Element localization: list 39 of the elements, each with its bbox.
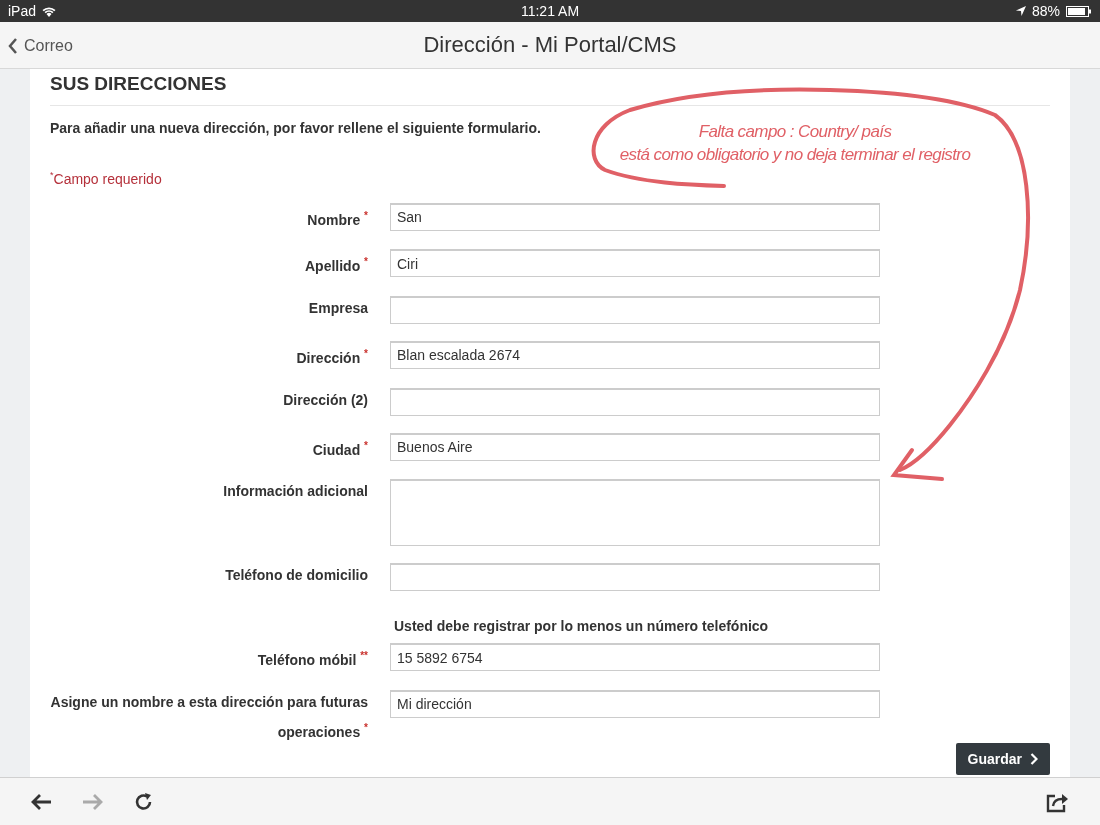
battery-percent: 88% bbox=[1031, 3, 1060, 19]
back-arrow-icon[interactable] bbox=[30, 792, 52, 811]
field-label: Teléfono móbil $^{**}$ bbox=[256, 649, 368, 670]
input-field[interactable]: Blan escalada 2674 bbox=[390, 340, 880, 369]
intro-text: Para añadir una nueva dirección, por favor rellene el siguiente formulario. bbox=[50, 120, 541, 136]
input-field[interactable]: Ciri bbox=[390, 249, 880, 278]
back-button[interactable]: Correo bbox=[0, 36, 79, 56]
field-label: Teléfono de domicilio bbox=[224, 566, 368, 586]
location-arrow-icon bbox=[1015, 6, 1026, 16]
required-field-note: $^{*}$Campo requerido bbox=[50, 170, 162, 187]
field-label: Dirección (2) bbox=[282, 390, 368, 410]
chevron-icon bbox=[8, 38, 18, 54]
field-label: Nombre $^{*}$ bbox=[306, 208, 368, 230]
input-field[interactable] bbox=[390, 295, 880, 324]
field-label: Dirección $^{*}$ bbox=[295, 346, 368, 368]
field-label: Asigne un nombre a esta dirección para futuras operaciones $^{*}$ bbox=[50, 692, 368, 742]
annotation-text: Falta campo : Country/ país bbox=[697, 121, 893, 143]
field-label: Empresa bbox=[307, 298, 368, 318]
input-field[interactable]: San bbox=[390, 202, 880, 231]
field-label: Apellido $^{*}$ bbox=[303, 255, 368, 276]
field-label: Información adicional bbox=[222, 482, 368, 502]
annotation-text: está como obligatorio y no deja terminar el registro bbox=[618, 144, 972, 166]
save-button[interactable]: Guardar bbox=[955, 742, 1050, 775]
reload-icon[interactable] bbox=[134, 791, 154, 812]
page-title: Dirección - Mi Portal/CMS bbox=[423, 32, 677, 58]
text-area[interactable] bbox=[390, 479, 880, 547]
input-field[interactable]: Mi dirección bbox=[390, 689, 880, 718]
device-name: iPad bbox=[8, 3, 37, 19]
clock-time: 11:21 AM bbox=[520, 3, 580, 19]
input-field[interactable] bbox=[390, 563, 880, 592]
section-heading: SUS DIRECCIONES bbox=[50, 69, 1050, 106]
input-field[interactable] bbox=[390, 387, 880, 416]
input-field[interactable]: 15 5892 6754 bbox=[390, 643, 880, 672]
phone-requirement-note: Usted debe registrar por lo menos un número telefónico bbox=[393, 618, 770, 635]
chevron-icon bbox=[1030, 752, 1038, 765]
field-label: Ciudad $^{*}$ bbox=[311, 438, 368, 460]
wifi-icon bbox=[42, 5, 57, 17]
battery-icon bbox=[1066, 5, 1092, 17]
input-field[interactable]: Buenos Aire bbox=[390, 432, 880, 461]
